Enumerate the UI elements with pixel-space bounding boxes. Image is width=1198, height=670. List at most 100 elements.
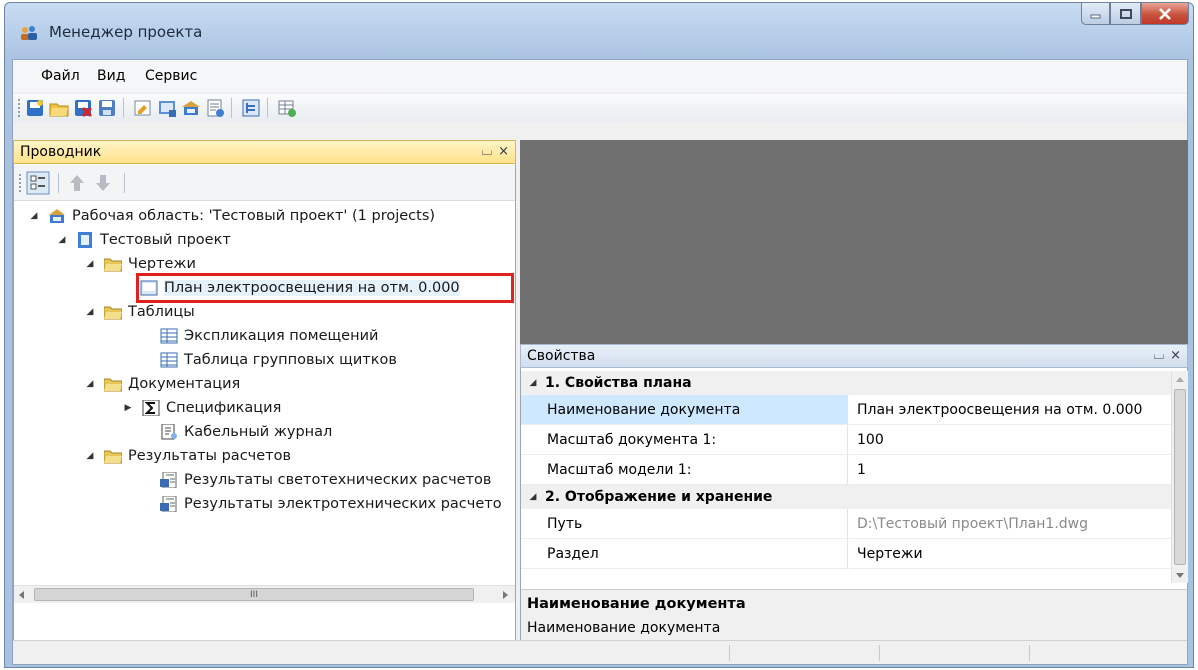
project-tree: ◢ Рабочая область: 'Тестовый проект' (1 …	[14, 203, 515, 583]
scroll-thumb[interactable]	[1174, 389, 1186, 565]
tree-view-icon[interactable]	[26, 171, 50, 195]
tree-node-drawings[interactable]: ◢ Чертежи	[84, 253, 196, 275]
maximize-button[interactable]	[1110, 3, 1141, 25]
property-key: Масштаб документа 1:	[521, 425, 848, 455]
property-row[interactable]: Масштаб документа 1: 100	[521, 425, 1171, 455]
scroll-left-icon[interactable]	[18, 591, 26, 599]
scroll-up-icon[interactable]	[1176, 376, 1184, 384]
drawing-add-icon[interactable]	[157, 98, 177, 118]
tree-node-label: План электроосвещения на отм. 0.000	[164, 280, 460, 296]
expanded-icon[interactable]: ◢	[84, 379, 96, 389]
workspace-icon[interactable]	[181, 98, 201, 118]
description-text: Наименование документа	[527, 620, 721, 636]
property-value[interactable]: 1	[849, 455, 1171, 485]
expanded-icon[interactable]: ◢	[521, 492, 545, 502]
tree-node-panel-table[interactable]: Таблица групповых щитков	[160, 349, 397, 371]
category-display-storage[interactable]: ◢ 2. Отображение и хранение	[521, 485, 1171, 509]
toolbar-grip[interactable]	[18, 173, 22, 193]
status-bar	[13, 640, 1187, 664]
category-plan-properties[interactable]: ◢ 1. Свойства плана	[521, 371, 1171, 395]
move-down-icon[interactable]	[94, 173, 112, 193]
tree-node-label: Результаты светотехнических расчетов	[184, 472, 492, 488]
tree-node-tables[interactable]: ◢ Таблицы	[84, 301, 195, 323]
expanded-icon[interactable]: ◢	[84, 259, 96, 269]
report-icon	[160, 472, 177, 488]
property-row[interactable]: Масштаб модели 1: 1	[521, 455, 1171, 485]
client-area: Файл Вид Сервис Проводник ⌴ × ◢ Рабочая …	[12, 59, 1188, 665]
tree-node-cable-journal[interactable]: Кабельный журнал	[160, 421, 332, 443]
property-key: Масштаб модели 1:	[521, 455, 848, 485]
status-separator	[1029, 645, 1030, 661]
app-window: Менеджер проекта Файл Вид Сервис Проводн…	[4, 2, 1194, 668]
description-title: Наименование документа	[527, 596, 746, 612]
properties-title: Свойства	[527, 348, 596, 364]
tree-node-electrical-results[interactable]: Результаты электротехнических расчето	[160, 493, 502, 515]
expanded-icon[interactable]: ◢	[56, 235, 68, 245]
tree-node-label: Экспликация помещений	[184, 328, 379, 344]
tree-node-lighting-plan[interactable]: План электроосвещения на отм. 0.000	[136, 273, 514, 303]
collapsed-icon[interactable]: ▶	[122, 403, 134, 413]
expanded-icon[interactable]: ◢	[84, 307, 96, 317]
tree-node-label: Таблица групповых щитков	[184, 352, 397, 368]
new-project-icon[interactable]	[25, 98, 45, 118]
menu-service[interactable]: Сервис	[145, 68, 197, 84]
toolbar-separator	[124, 173, 125, 193]
expanded-icon[interactable]: ◢	[84, 451, 96, 461]
explorer-title: Проводник	[20, 144, 102, 160]
tree-node-specification[interactable]: ▶ Спецификация	[122, 397, 281, 419]
folder-icon	[104, 378, 122, 392]
property-row[interactable]: Наименование документа План электроосвещ…	[521, 395, 1171, 425]
open-folder-icon[interactable]	[49, 98, 69, 118]
structure-icon[interactable]	[241, 98, 261, 118]
property-row[interactable]: Путь D:\Тестовый проект\План1.dwg	[521, 509, 1171, 539]
pin-icon[interactable]: ⌴	[1154, 348, 1164, 363]
report-check-icon[interactable]	[205, 98, 225, 118]
properties-icon[interactable]	[133, 98, 153, 118]
save-icon[interactable]	[97, 98, 117, 118]
tree-node-label: Кабельный журнал	[184, 424, 333, 440]
close-icon[interactable]: ×	[498, 144, 509, 159]
table-icon	[160, 352, 178, 368]
scroll-down-icon[interactable]	[1176, 571, 1184, 579]
workspace-icon	[49, 209, 65, 223]
close-button[interactable]	[1141, 3, 1189, 25]
property-value[interactable]: 100	[849, 425, 1171, 455]
property-value[interactable]: План электроосвещения на отм. 0.000	[849, 395, 1171, 425]
tree-node-documentation[interactable]: ◢ Документация	[84, 373, 241, 395]
property-row[interactable]: Раздел Чертежи	[521, 539, 1171, 569]
tree-node-label: Результаты расчетов	[128, 448, 292, 464]
expanded-icon[interactable]: ◢	[521, 378, 545, 388]
close-icon[interactable]: ×	[1170, 348, 1181, 363]
expanded-icon[interactable]: ◢	[28, 211, 40, 221]
horizontal-scrollbar[interactable]: III	[14, 585, 515, 603]
tree-node-project[interactable]: ◢ Тестовый проект	[56, 229, 231, 251]
folder-icon	[104, 258, 122, 272]
tree-node-room-list[interactable]: Экспликация помещений	[160, 325, 378, 347]
property-key: Наименование документа	[521, 395, 848, 425]
tree-node-calc-results[interactable]: ◢ Результаты расчетов	[84, 445, 292, 467]
explorer-header: Проводник ⌴ ×	[13, 140, 516, 164]
menu-bar: Файл Вид Сервис	[13, 60, 1187, 92]
properties-header: Свойства ⌴ ×	[520, 344, 1188, 368]
sigma-icon	[142, 400, 160, 416]
add-table-icon[interactable]	[277, 98, 297, 118]
move-up-icon[interactable]	[68, 173, 86, 193]
drawing-icon	[140, 280, 158, 296]
tree-node-workspace[interactable]: ◢ Рабочая область: 'Тестовый проект' (1 …	[28, 205, 436, 227]
close-project-icon[interactable]	[73, 98, 93, 118]
scroll-right-icon[interactable]	[501, 591, 509, 599]
minimize-button[interactable]	[1081, 3, 1110, 25]
tree-node-label: Спецификация	[166, 400, 282, 416]
folder-icon	[104, 450, 122, 464]
pin-icon[interactable]: ⌴	[482, 144, 492, 159]
property-value[interactable]: Чертежи	[849, 539, 1171, 569]
menu-view[interactable]: Вид	[97, 68, 125, 84]
scroll-thumb[interactable]: III	[34, 588, 474, 601]
toolbar-grip[interactable]	[17, 98, 21, 118]
menu-file[interactable]: Файл	[41, 68, 80, 84]
explorer-pane: Проводник ⌴ × ◢ Рабочая область: 'Тестов…	[13, 140, 516, 660]
tree-node-lighting-results[interactable]: Результаты светотехнических расчетов	[160, 469, 491, 491]
toolbar-separator	[58, 173, 59, 193]
toolbar-separator	[123, 98, 124, 118]
vertical-scrollbar[interactable]	[1171, 371, 1188, 583]
